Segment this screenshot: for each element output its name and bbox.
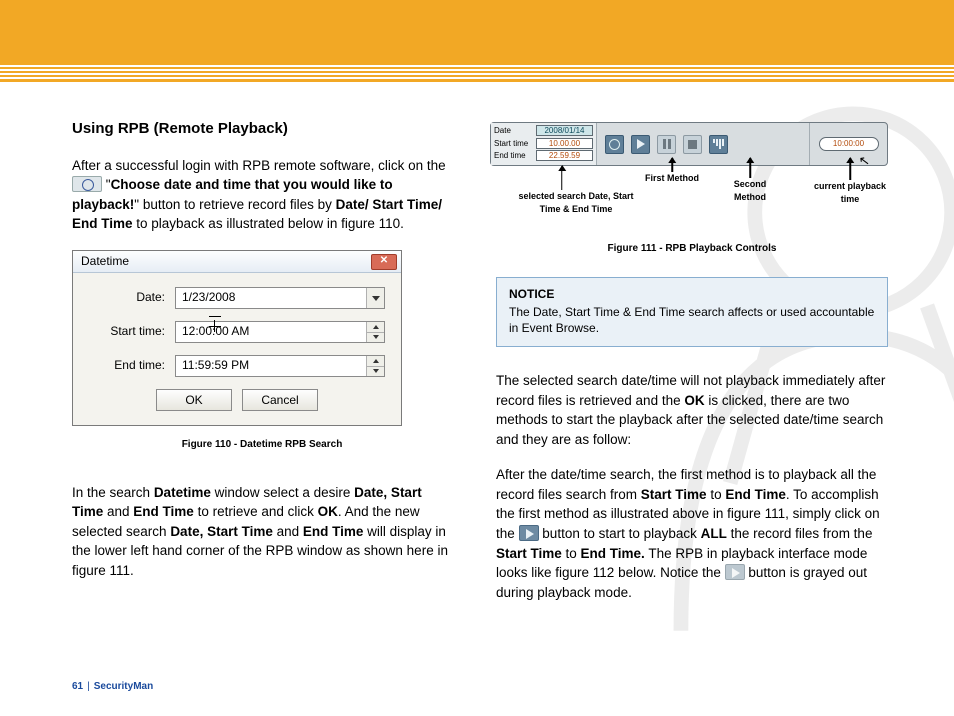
left-paragraph-2: In the search Datetime window select a d… xyxy=(72,483,452,581)
figure-110-caption: Figure 110 - Datetime RPB Search xyxy=(72,438,452,453)
figure-111-caption: Figure 111 - RPB Playback Controls xyxy=(496,242,888,257)
annotation-second-method: Second Method xyxy=(720,178,780,204)
text-cursor-icon xyxy=(214,316,215,348)
annotation-current-time: current playback time xyxy=(810,180,890,206)
cancel-button[interactable]: Cancel xyxy=(242,389,318,411)
dialog-titlebar: Datetime ✕ xyxy=(73,251,401,273)
date-field[interactable]: 1/23/2008 xyxy=(175,287,385,309)
start-time-label: Start time: xyxy=(89,323,175,340)
left-paragraph-1: After a successful login with RPB remote… xyxy=(72,156,452,234)
start-time-field[interactable]: 12:00:00 AM xyxy=(175,321,385,343)
play-all-button[interactable] xyxy=(631,135,650,154)
brand-name: SecurityMan xyxy=(94,681,153,692)
notice-title: NOTICE xyxy=(509,286,875,302)
play-icon-disabled xyxy=(725,564,745,580)
end-time-field[interactable]: 11:59:59 PM xyxy=(175,355,385,377)
right-column: Date2008/01/14 Start time10.00.00 End ti… xyxy=(496,118,888,618)
close-icon[interactable]: ✕ xyxy=(371,254,397,270)
timeline-button[interactable] xyxy=(709,135,728,154)
dialog-title: Datetime xyxy=(81,253,129,270)
datetime-dialog: Datetime ✕ Date: 1/23/2008 Start time: xyxy=(72,250,402,426)
annotation-selected-search: selected search Date, Start Time & End T… xyxy=(516,190,636,216)
page-footer: 61|SecurityMan xyxy=(72,680,153,695)
stop-button[interactable] xyxy=(683,135,702,154)
section-title: Using RPB (Remote Playback) xyxy=(72,118,452,140)
clock-icon xyxy=(72,176,102,192)
playback-datetime-panel: Date2008/01/14 Start time10.00.00 End ti… xyxy=(491,123,597,165)
spinner[interactable] xyxy=(366,356,384,376)
right-paragraph-1: The selected search date/time will not p… xyxy=(496,371,888,449)
pbc-date-field[interactable]: 2008/01/14 xyxy=(536,125,593,136)
chevron-down-icon[interactable] xyxy=(366,288,384,308)
current-playback-time: 10:00:00 xyxy=(819,137,879,151)
play-icon xyxy=(519,525,539,541)
left-column: Using RPB (Remote Playback) After a succ… xyxy=(72,118,452,618)
pbc-start-field[interactable]: 10.00.00 xyxy=(536,138,593,149)
notice-box: NOTICE The Date, Start Time & End Time s… xyxy=(496,277,888,348)
notice-body: The Date, Start Time & End Time search a… xyxy=(509,305,874,335)
right-paragraph-2: After the date/time search, the first me… xyxy=(496,465,888,602)
figure-110: Datetime ✕ Date: 1/23/2008 Start time: xyxy=(72,250,452,426)
pbc-end-field[interactable]: 22.59.59 xyxy=(536,150,593,161)
ok-button[interactable]: OK xyxy=(156,389,232,411)
annotation-first-method: First Method xyxy=(642,172,702,185)
pause-button[interactable] xyxy=(657,135,676,154)
figure-111: Date2008/01/14 Start time10.00.00 End ti… xyxy=(490,122,888,236)
date-label: Date: xyxy=(89,289,175,306)
clock-button[interactable] xyxy=(605,135,624,154)
spinner[interactable] xyxy=(366,322,384,342)
page-number: 61 xyxy=(72,681,83,692)
playback-controls: Date2008/01/14 Start time10.00.00 End ti… xyxy=(490,122,888,166)
end-time-label: End time: xyxy=(89,357,175,374)
